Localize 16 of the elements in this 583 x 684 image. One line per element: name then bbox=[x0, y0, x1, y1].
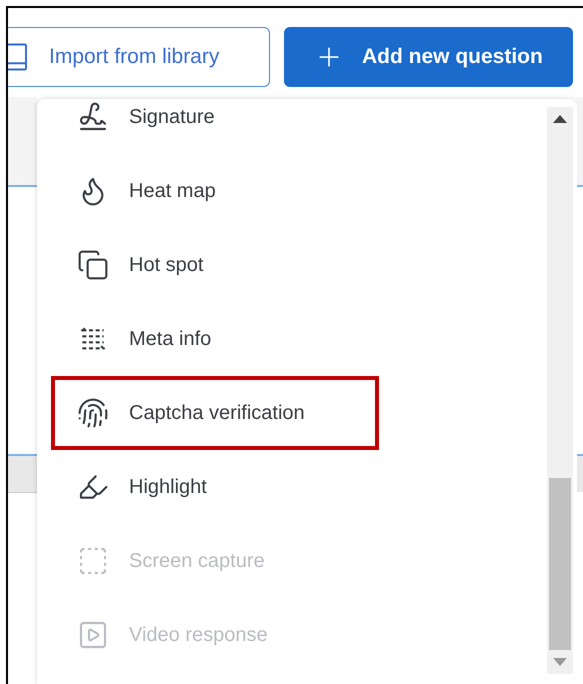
overlapping-squares-icon bbox=[77, 249, 109, 281]
scroll-thumb[interactable] bbox=[549, 478, 571, 650]
scroll-down-icon[interactable] bbox=[553, 658, 567, 666]
dashed-square-icon bbox=[77, 545, 109, 577]
play-square-icon bbox=[77, 619, 109, 651]
add-question-button[interactable]: Add new question bbox=[284, 27, 573, 87]
pen-icon bbox=[77, 101, 109, 133]
fingerprint-icon bbox=[77, 397, 109, 429]
menu-item[interactable]: Meta info bbox=[51, 302, 379, 376]
menu-item[interactable]: Hot spot bbox=[51, 228, 379, 302]
menu-item[interactable]: Heat map bbox=[51, 154, 379, 228]
import-button[interactable]: Import from library bbox=[8, 27, 270, 87]
menu-item[interactable]: Captcha verification bbox=[51, 376, 379, 450]
scrollbar[interactable] bbox=[547, 107, 573, 674]
menu-item[interactable]: Highlight bbox=[51, 450, 379, 524]
scroll-up-icon[interactable] bbox=[553, 115, 567, 123]
